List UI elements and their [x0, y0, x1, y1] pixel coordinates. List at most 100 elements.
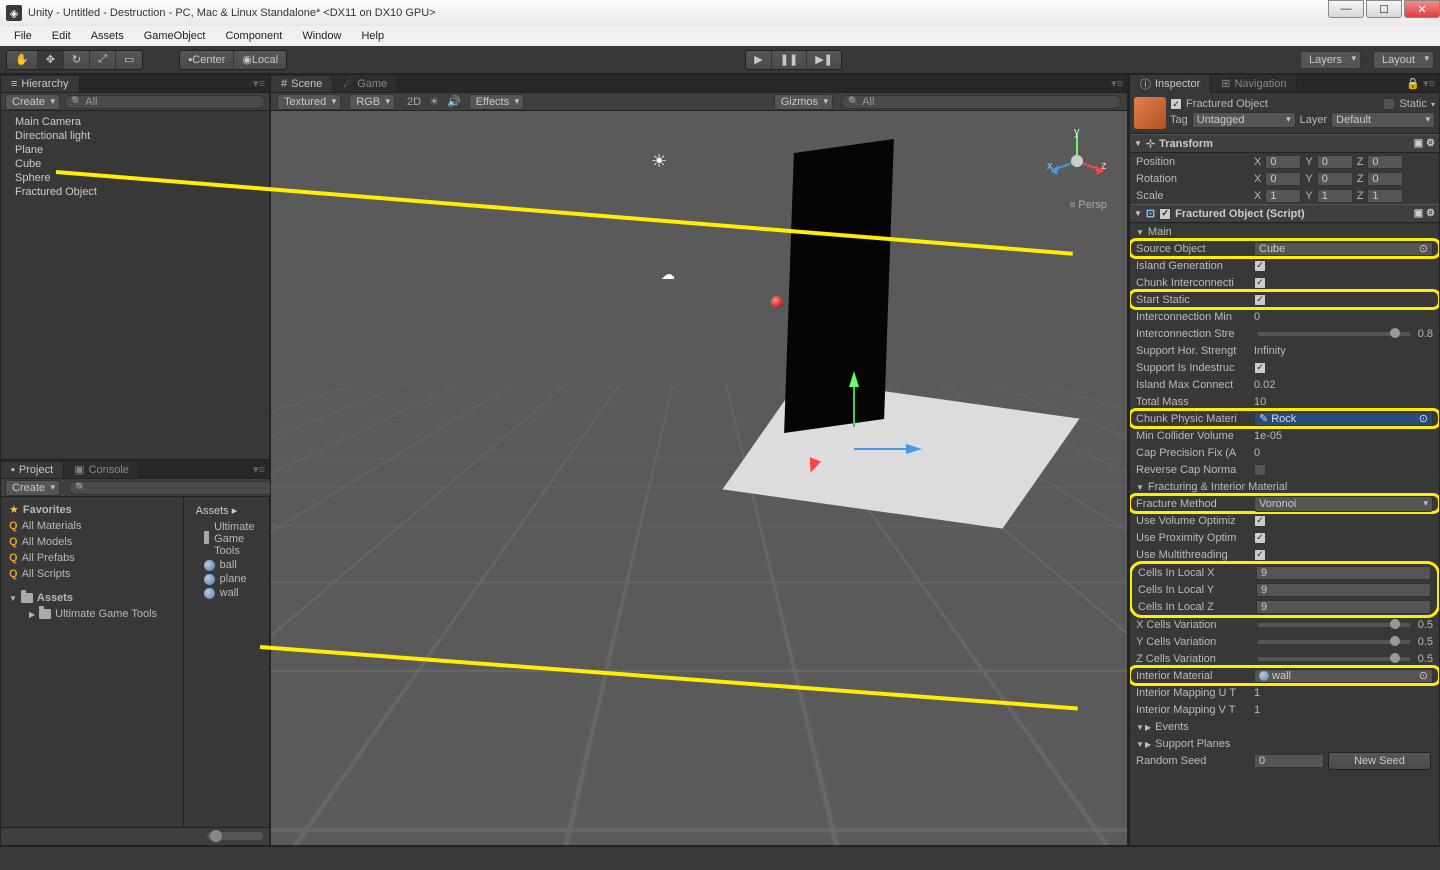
fav-item[interactable]: QAll Models — [5, 534, 179, 550]
static-checkbox[interactable] — [1383, 98, 1395, 110]
source-object-field[interactable]: Cube⊙ — [1254, 242, 1433, 256]
hand-tool-button[interactable]: ✋ — [7, 51, 38, 69]
support-planes-section[interactable]: ▶ Support Planes — [1130, 735, 1439, 752]
console-tab[interactable]: ▣ Console — [64, 461, 140, 478]
scene-render-dropdown[interactable]: RGB — [349, 94, 395, 110]
scene-audio-toggle[interactable]: 🔊 — [447, 95, 461, 108]
script-component-header[interactable]: ▼⊡ ✓ Fractured Object (Script)▣ ⚙ — [1130, 204, 1439, 223]
play-button[interactable]: ▶ — [746, 51, 771, 69]
scale-y-field[interactable]: 1 — [1317, 189, 1353, 203]
step-button[interactable]: ▶❚ — [807, 51, 841, 69]
layer-dropdown[interactable]: Default — [1331, 112, 1435, 128]
pos-y-field[interactable]: 0 — [1317, 155, 1353, 169]
project-tab[interactable]: ▪ Project — [1, 462, 64, 478]
scene-light-toggle[interactable]: ☀ — [429, 95, 439, 108]
move-tool-button[interactable]: ✥ — [38, 51, 64, 69]
chunk-inter-checkbox[interactable]: ✓ — [1254, 277, 1266, 289]
panel-options-icon[interactable]: ▾≡ — [249, 77, 269, 90]
maximize-button[interactable]: ☐ — [1366, 0, 1402, 18]
cells-z-field[interactable]: 9 — [1256, 600, 1431, 614]
pos-x-field[interactable]: 0 — [1265, 155, 1301, 169]
menu-component[interactable]: Component — [215, 28, 292, 44]
scene-effects-dropdown[interactable]: Effects — [469, 94, 524, 110]
pivot-local-button[interactable]: ◉ Local — [234, 51, 286, 69]
reverse-cap-checkbox[interactable] — [1254, 464, 1266, 476]
layers-dropdown[interactable]: Layers — [1300, 51, 1361, 69]
game-tab[interactable]: ☄ Game — [333, 75, 398, 92]
support-indes-checkbox[interactable]: ✓ — [1254, 362, 1266, 374]
inspector-tab[interactable]: ⓘ Inspector — [1130, 74, 1211, 94]
navigation-tab[interactable]: ⊞ Navigation — [1211, 75, 1297, 92]
rect-tool-button[interactable]: ▭ — [116, 51, 142, 69]
rot-x-field[interactable]: 0 — [1265, 172, 1301, 186]
menu-file[interactable]: File — [4, 28, 42, 44]
scene-2d-toggle[interactable]: 2D — [407, 96, 421, 108]
fracturing-section[interactable]: Fracturing & Interior Material — [1130, 478, 1439, 495]
asset-folder-item[interactable]: Ultimate Game Tools — [188, 520, 265, 558]
island-gen-checkbox[interactable]: ✓ — [1254, 260, 1266, 272]
fav-item[interactable]: QAll Materials — [5, 518, 179, 534]
panel-options-icon[interactable]: 🔒 ▾≡ — [1402, 77, 1439, 90]
scene-shading-dropdown[interactable]: Textured — [277, 94, 341, 110]
minimize-button[interactable]: — — [1328, 0, 1364, 18]
random-seed-field[interactable]: 0 — [1254, 754, 1324, 768]
hierarchy-create-dropdown[interactable]: Create — [5, 94, 60, 110]
start-static-checkbox[interactable]: ✓ — [1254, 294, 1266, 306]
new-seed-button[interactable]: New Seed — [1328, 752, 1431, 770]
rot-y-field[interactable]: 0 — [1317, 172, 1353, 186]
tag-dropdown[interactable]: Untagged — [1192, 112, 1296, 128]
asset-material-item[interactable]: ball — [188, 558, 265, 572]
menu-edit[interactable]: Edit — [42, 28, 81, 44]
pos-z-field[interactable]: 0 — [1367, 155, 1403, 169]
fav-item[interactable]: QAll Scripts — [5, 566, 179, 582]
rot-z-field[interactable]: 0 — [1367, 172, 1403, 186]
menu-window[interactable]: Window — [292, 28, 351, 44]
panel-options-icon[interactable]: ▾≡ — [1107, 77, 1127, 90]
gizmo-x-axis[interactable] — [906, 444, 922, 454]
main-section[interactable]: Main — [1130, 223, 1439, 240]
cells-x-field[interactable]: 9 — [1256, 566, 1431, 580]
scale-z-field[interactable]: 1 — [1367, 189, 1403, 203]
scale-x-field[interactable]: 1 — [1265, 189, 1301, 203]
close-button[interactable]: ✕ — [1404, 0, 1440, 18]
favorites-header[interactable]: ★Favorites — [5, 501, 179, 518]
gizmo-y-axis[interactable] — [849, 371, 859, 387]
assets-folder[interactable]: ▼Assets — [5, 590, 179, 606]
transform-component-header[interactable]: ▼⊹ Transform▣ ⚙ — [1130, 134, 1439, 153]
project-create-dropdown[interactable]: Create — [5, 480, 60, 496]
asset-material-wall[interactable]: wall — [188, 586, 265, 600]
orientation-gizmo[interactable]: y xz — [1045, 129, 1109, 193]
cells-y-field[interactable]: 9 — [1256, 583, 1431, 597]
scale-tool-button[interactable]: ⤢ — [90, 51, 116, 69]
thumbnail-size-slider[interactable] — [207, 832, 263, 840]
hierarchy-item[interactable]: Main Camera — [3, 115, 267, 129]
scene-gizmos-dropdown[interactable]: Gizmos — [774, 94, 833, 110]
fav-item[interactable]: QAll Prefabs — [5, 550, 179, 566]
assets-subfolder[interactable]: ▶Ultimate Game Tools — [5, 606, 179, 622]
project-breadcrumb[interactable]: Assets ▸ — [188, 501, 265, 520]
rotate-tool-button[interactable]: ↻ — [64, 51, 90, 69]
fracture-method-dropdown[interactable]: Voronoi — [1254, 496, 1433, 512]
pivot-center-button[interactable]: ▪ Center — [180, 51, 234, 69]
perspective-label[interactable]: ≡ Persp — [1070, 199, 1107, 211]
scene-tab[interactable]: # Scene — [271, 76, 333, 92]
hierarchy-item[interactable]: Plane — [3, 143, 267, 157]
pause-button[interactable]: ❚❚ — [772, 51, 807, 69]
hierarchy-tab[interactable]: ≡ Hierarchy — [1, 76, 80, 92]
scene-search[interactable]: All — [841, 95, 1121, 109]
layout-dropdown[interactable]: Layout — [1373, 51, 1434, 69]
hierarchy-search[interactable]: All — [64, 95, 265, 109]
gameobject-active-checkbox[interactable]: ✓ — [1170, 98, 1182, 110]
menu-gameobject[interactable]: GameObject — [134, 28, 216, 44]
gameobject-name[interactable]: Fractured Object — [1186, 98, 1268, 110]
menu-help[interactable]: Help — [351, 28, 394, 44]
hierarchy-item-cube[interactable]: Cube — [3, 157, 267, 171]
menu-assets[interactable]: Assets — [81, 28, 134, 44]
interior-material-field[interactable]: wall⊙ — [1254, 669, 1433, 683]
hierarchy-item[interactable]: Directional light — [3, 129, 267, 143]
asset-material-item[interactable]: plane — [188, 572, 265, 586]
inter-stre-slider[interactable] — [1258, 332, 1410, 336]
chunk-physic-field[interactable]: ✎ Rock⊙ — [1254, 412, 1433, 426]
panel-options-icon[interactable]: ▾≡ — [249, 463, 269, 476]
events-section[interactable]: ▶ Events — [1130, 718, 1439, 735]
